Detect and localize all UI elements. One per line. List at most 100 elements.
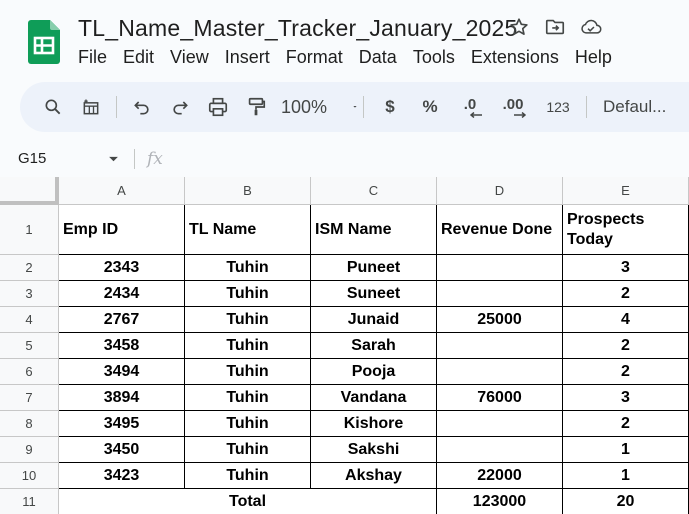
table-cell[interactable]: 3450	[59, 437, 185, 463]
table-cell[interactable]: 2	[563, 411, 689, 437]
row-header-8[interactable]: 8	[0, 411, 59, 437]
table-cell[interactable]: 2434	[59, 281, 185, 307]
table-cell[interactable]: Sarah	[311, 333, 437, 359]
menu-tools[interactable]: Tools	[405, 47, 463, 68]
table-cell[interactable]: 22000	[437, 463, 563, 489]
table-cell[interactable]	[437, 255, 563, 281]
column-header-e[interactable]: E	[563, 177, 689, 205]
table-cell[interactable]: Tuhin	[185, 463, 311, 489]
table-cell[interactable]: Kishore	[311, 411, 437, 437]
table-cell[interactable]: 3494	[59, 359, 185, 385]
table-cell[interactable]: 1	[563, 463, 689, 489]
row-header-5[interactable]: 5	[0, 333, 59, 359]
table-cell[interactable]	[437, 333, 563, 359]
chevron-down-icon[interactable]	[108, 156, 119, 163]
spreadsheet-grid[interactable]: A B C D E 1 2 3 4 5 6 7 8 9 10 11 Emp ID TL Name ISM Name R…	[0, 177, 689, 514]
column-header-a[interactable]: A	[59, 177, 185, 205]
table-cell[interactable]: Pooja	[311, 359, 437, 385]
table-cell[interactable]: Tuhin	[185, 411, 311, 437]
row-header-1[interactable]: 1	[0, 205, 59, 255]
row-header-2[interactable]: 2	[0, 255, 59, 281]
table-cell[interactable]: 25000	[437, 307, 563, 333]
move-to-folder-icon[interactable]	[544, 16, 566, 38]
document-title[interactable]: TL_Name_Master_Tracker_January_2025	[78, 15, 518, 42]
table-cell[interactable]	[437, 437, 563, 463]
table-cell[interactable]: Vandana	[311, 385, 437, 411]
table-cell[interactable]	[437, 411, 563, 437]
paint-format-icon[interactable]	[237, 92, 275, 122]
table-cell[interactable]: 3495	[59, 411, 185, 437]
row-header-3[interactable]: 3	[0, 281, 59, 307]
table-cell[interactable]: 2343	[59, 255, 185, 281]
menu-edit[interactable]: Edit	[115, 47, 162, 68]
table-cell[interactable]: Tuhin	[185, 307, 311, 333]
search-icon[interactable]	[34, 92, 72, 122]
select-all-corner[interactable]	[0, 177, 59, 205]
table-cell[interactable]: Tuhin	[185, 281, 311, 307]
row-header-6[interactable]: 6	[0, 359, 59, 385]
table-cell[interactable]: 3423	[59, 463, 185, 489]
table-cell[interactable]: 3	[563, 385, 689, 411]
row-header-9[interactable]: 9	[0, 437, 59, 463]
table-cell[interactable]: Tuhin	[185, 437, 311, 463]
table-cell[interactable]	[437, 281, 563, 307]
row-header-7[interactable]: 7	[0, 385, 59, 411]
table-cell[interactable]: 3	[563, 255, 689, 281]
menu-insert[interactable]: Insert	[217, 47, 278, 68]
menu-data[interactable]: Data	[351, 47, 405, 68]
menu-format[interactable]: Format	[278, 47, 351, 68]
table-cell[interactable]: Puneet	[311, 255, 437, 281]
row-header-11[interactable]: 11	[0, 489, 59, 514]
menu-file[interactable]: File	[78, 47, 115, 68]
header-cell[interactable]: Emp ID	[59, 205, 185, 255]
new-menus-icon[interactable]	[72, 92, 110, 122]
cloud-saved-icon[interactable]	[580, 16, 602, 38]
table-cell[interactable]: 2	[563, 359, 689, 385]
total-label-cell[interactable]: Total	[59, 489, 437, 514]
table-cell[interactable]: 2	[563, 333, 689, 359]
star-icon[interactable]	[508, 16, 530, 38]
total-revenue-cell[interactable]: 123000	[437, 489, 563, 514]
table-cell[interactable]: Akshay	[311, 463, 437, 489]
undo-icon[interactable]	[123, 92, 161, 122]
table-cell[interactable]: 2	[563, 281, 689, 307]
table-cell[interactable]: 2767	[59, 307, 185, 333]
header-cell[interactable]: Prospects Today	[563, 205, 689, 255]
row-header-10[interactable]: 10	[0, 463, 59, 489]
table-cell[interactable]: Tuhin	[185, 385, 311, 411]
table-cell[interactable]: Tuhin	[185, 255, 311, 281]
table-cell[interactable]: 3458	[59, 333, 185, 359]
table-cell[interactable]	[437, 359, 563, 385]
table-cell[interactable]: 4	[563, 307, 689, 333]
percent-format-button[interactable]: %	[410, 92, 450, 122]
table-cell[interactable]: Suneet	[311, 281, 437, 307]
currency-format-button[interactable]: $	[370, 92, 410, 122]
total-prospects-cell[interactable]: 20	[563, 489, 689, 514]
menu-help[interactable]: Help	[567, 47, 620, 68]
row-header-4[interactable]: 4	[0, 307, 59, 333]
redo-icon[interactable]	[161, 92, 199, 122]
print-icon[interactable]	[199, 92, 237, 122]
table-cell[interactable]: 3894	[59, 385, 185, 411]
zoom-select[interactable]: 100%	[275, 92, 357, 122]
menu-extensions[interactable]: Extensions	[463, 47, 567, 68]
table-cell[interactable]: 1	[563, 437, 689, 463]
name-box[interactable]: G15	[18, 150, 46, 167]
table-cell[interactable]: Sakshi	[311, 437, 437, 463]
table-cell[interactable]: Tuhin	[185, 359, 311, 385]
header-cell[interactable]: ISM Name	[311, 205, 437, 255]
column-header-d[interactable]: D	[437, 177, 563, 205]
sheets-logo-icon[interactable]	[28, 20, 60, 64]
table-cell[interactable]: Junaid	[311, 307, 437, 333]
font-select[interactable]: Defaul...	[593, 92, 666, 122]
header-cell[interactable]: TL Name	[185, 205, 311, 255]
decrease-decimal-button[interactable]: .0	[450, 92, 490, 122]
increase-decimal-button[interactable]: .00	[490, 92, 536, 122]
column-header-c[interactable]: C	[311, 177, 437, 205]
column-header-b[interactable]: B	[185, 177, 311, 205]
more-formats-button[interactable]: 123	[536, 92, 580, 122]
header-cell[interactable]: Revenue Done	[437, 205, 563, 255]
menu-view[interactable]: View	[162, 47, 217, 68]
table-cell[interactable]: Tuhin	[185, 333, 311, 359]
table-cell[interactable]: 76000	[437, 385, 563, 411]
